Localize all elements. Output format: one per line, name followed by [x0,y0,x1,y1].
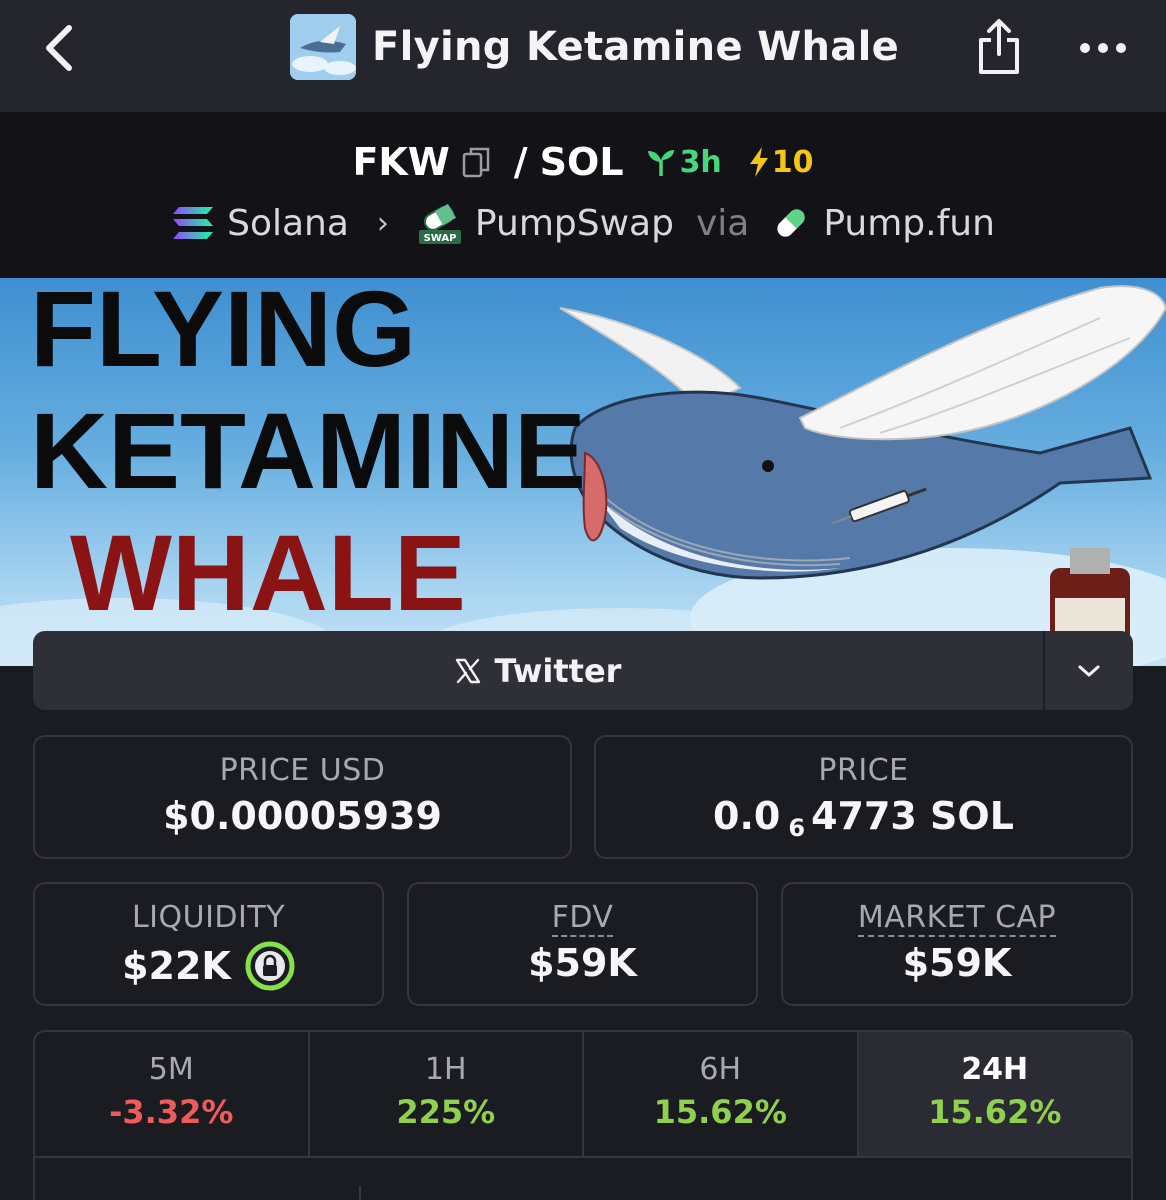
pair-age-value: 3h [679,144,722,180]
fdv-label-wrap: FDV [409,900,756,937]
pair-header: FKW / SOL 3h 10 Solana › SWAP PumpSwap v… [0,112,1166,278]
more-options-button[interactable] [1070,22,1136,74]
liquidity-value-row: $22K [35,941,382,991]
liquidity-value: $22K [122,944,231,988]
divider [359,1186,361,1200]
price-usd-card: PRICE USD $0.00005939 [33,735,572,859]
fdv-value: $59K [528,941,637,985]
socials-dropdown-button[interactable] [1043,631,1133,710]
solana-icon [173,207,214,239]
banner-line-1: FLYING [30,278,416,389]
copy-icon[interactable] [462,146,490,178]
pumpswap-icon-label: SWAP [423,233,456,244]
timeframe-tabs: 5M -3.32% 1H 225% 6H 15.62% 24H 15.62% [35,1032,1131,1158]
token-banner: FLYING KETAMINE WHALE [0,278,1166,666]
timeframe-change: -3.32% [109,1093,234,1131]
top-nav-bar: Flying Ketamine Whale [0,0,1166,112]
liquidity-label: LIQUIDITY [131,900,286,935]
timeframe-tab-24h[interactable]: 24H 15.62% [858,1032,1131,1156]
dex-name[interactable]: PumpSwap [475,203,674,244]
pair-separator: / [513,140,528,184]
market-cap-label-wrap: MARKET CAP [783,900,1131,937]
pill-icon [777,209,805,237]
back-button[interactable] [28,18,88,78]
market-cap-label[interactable]: MARKET CAP [857,900,1057,937]
price-change-timeframes: 5M -3.32% 1H 225% 6H 15.62% 24H 15.62% [33,1030,1133,1200]
lock-icon[interactable] [245,941,295,991]
banner-line-3: WHALE [70,512,466,633]
pair-row: FKW / SOL 3h 10 [0,140,1166,184]
boost-count: 10 [771,144,814,180]
fdv-card: FDV $59K [407,882,758,1006]
timeframe-tab-6h[interactable]: 6H 15.62% [584,1032,859,1156]
price-native-value: 0.0 6 4773 SOL [596,794,1131,842]
twitter-button[interactable]: Twitter [33,631,1043,710]
share-icon [979,19,1019,74]
share-button[interactable] [968,14,1030,80]
timeframe-change: 225% [396,1093,496,1131]
timeframe-label: 5M [148,1052,194,1087]
x-logo-icon [455,658,480,683]
twitter-label: Twitter [494,651,622,690]
chevron-right-icon: › [376,205,389,241]
launchpad-name[interactable]: Pump.fun [823,203,995,244]
route-breadcrumb: Solana › SWAP PumpSwap via Pump.fun [0,200,1166,246]
timeframe-tab-5m[interactable]: 5M -3.32% [35,1032,310,1156]
liquidity-card: LIQUIDITY $22K [33,882,384,1006]
price-usd-label: PRICE USD [219,753,386,788]
boost-badge[interactable]: 10 [748,145,814,180]
price-native-prefix: 0.0 [713,794,781,838]
timeframe-label: 24H [961,1052,1029,1087]
banner-line-2: KETAMINE [30,390,586,511]
pair-age: 3h [646,145,722,180]
pair-quote-symbol: SOL [539,140,624,184]
timeframe-label: 1H [424,1052,467,1087]
sprout-icon [647,150,674,176]
fdv-label[interactable]: FDV [551,900,614,937]
price-native-suffix: 4773 SOL [811,794,1014,838]
timeframe-label: 6H [699,1052,742,1087]
timeframe-change: 15.62% [653,1093,787,1131]
chain-name[interactable]: Solana [227,203,349,244]
chevron-down-icon [1078,665,1100,676]
pair-base-symbol: FKW [352,140,450,184]
social-links-bar: Twitter [33,631,1133,710]
more-dots-icon [1080,43,1126,53]
price-native-card: PRICE 0.0 6 4773 SOL [594,735,1133,859]
timeframe-change: 15.62% [928,1093,1062,1131]
price-native-label: PRICE [818,753,909,788]
lightning-icon [749,147,768,177]
price-native-zero-count: 6 [788,814,806,842]
market-cap-card: MARKET CAP $59K [781,882,1133,1006]
page-title-group: Flying Ketamine Whale [290,14,899,80]
chevron-left-icon [46,25,72,71]
timeframe-details [35,1158,1131,1200]
price-usd-value: $0.00005939 [163,794,442,838]
market-cap-value: $59K [902,941,1012,985]
pumpswap-icon: SWAP [418,203,461,244]
page-title: Flying Ketamine Whale [372,24,900,70]
via-label: via [695,202,750,244]
timeframe-tab-1h[interactable]: 1H 225% [310,1032,584,1156]
token-avatar [290,14,356,80]
